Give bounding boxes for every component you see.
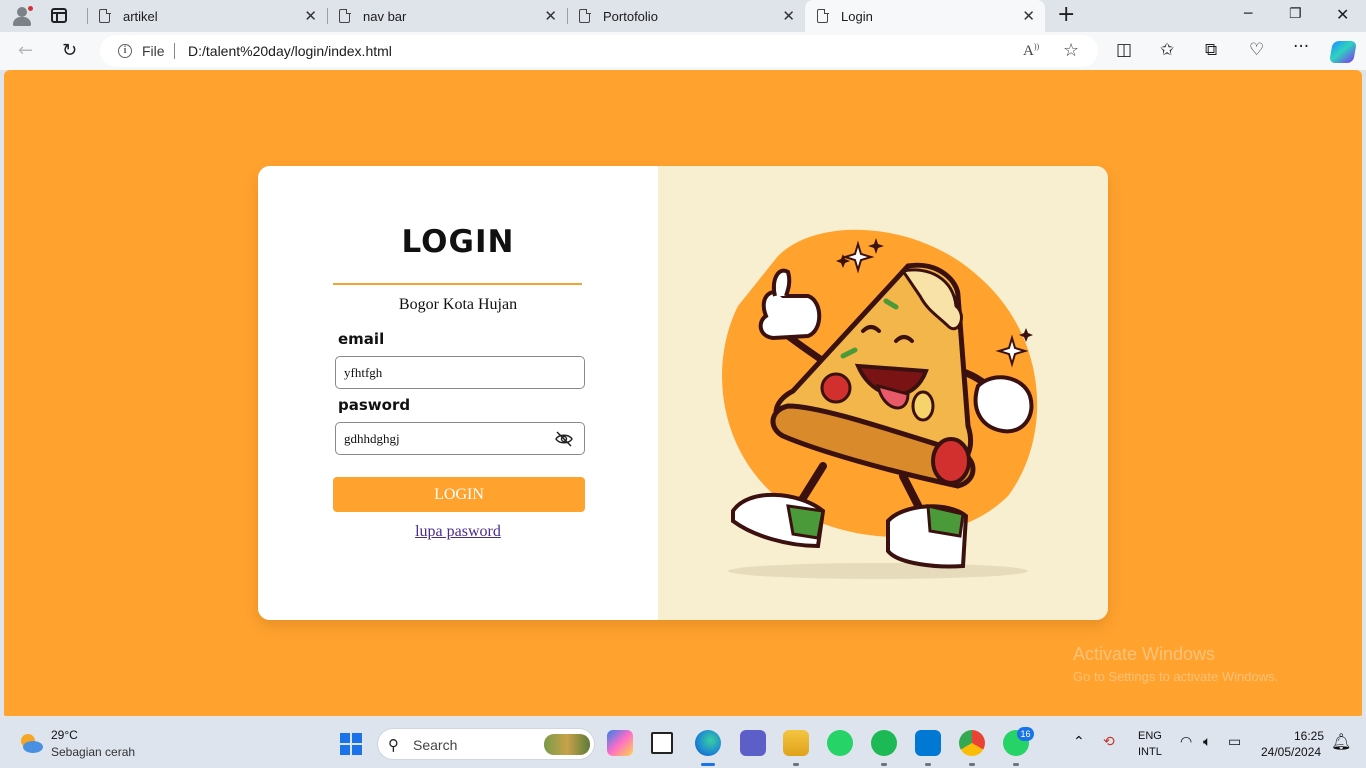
search-placeholder: Search: [413, 737, 458, 753]
back-icon[interactable]: ←: [18, 40, 33, 61]
page-icon: [99, 8, 111, 23]
divider: [174, 43, 175, 59]
scheme-label: File: [142, 43, 165, 59]
show-hidden-icons-icon[interactable]: ⌃: [1073, 734, 1085, 750]
favorite-star-icon[interactable]: ☆: [1063, 40, 1079, 61]
notification-bell-icon[interactable]: 🔔︎: [1331, 732, 1351, 751]
browser-essentials-icon[interactable]: ♡: [1249, 40, 1264, 60]
minimize-icon[interactable]: ─: [1244, 6, 1252, 22]
login-button[interactable]: LOGIN: [333, 477, 585, 512]
split-screen-icon[interactable]: ◫: [1116, 40, 1132, 60]
login-title: LOGIN: [401, 224, 515, 260]
taskbar: 29°C Sebagian cerah ⚲ Search 16 ⌃ ⟲ ENG …: [0, 720, 1366, 768]
favorites-icon[interactable]: ✩: [1160, 40, 1174, 60]
login-card: LOGIN Bogor Kota Hujan email pasword LOG…: [258, 166, 1108, 620]
title-underline: [333, 283, 582, 285]
tab-strip: artikel ✕ nav bar ✕ Portofolio ✕ Login ✕…: [0, 0, 1366, 32]
battery-icon[interactable]: ▭: [1228, 734, 1241, 750]
sync-icon[interactable]: ⟲: [1103, 734, 1115, 750]
app-indicator: [793, 763, 799, 766]
address-bar[interactable]: i File D:/talent%20day/login/index.html …: [100, 35, 1098, 67]
edge-icon[interactable]: [695, 730, 721, 756]
email-field[interactable]: [335, 356, 585, 389]
active-app-indicator: [701, 763, 715, 766]
app-indicator: [881, 763, 887, 766]
url-text[interactable]: D:/talent%20day/login/index.html: [188, 43, 392, 59]
eye-slash-icon[interactable]: [555, 431, 573, 447]
login-form: LOGIN Bogor Kota Hujan email pasword LOG…: [258, 166, 658, 620]
start-button[interactable]: [340, 733, 362, 755]
collections-icon[interactable]: ⧉: [1205, 40, 1217, 60]
refresh-icon[interactable]: ↻: [62, 40, 77, 61]
email-input[interactable]: [344, 364, 544, 382]
task-view-icon[interactable]: [651, 732, 673, 754]
chrome-icon[interactable]: [959, 730, 985, 756]
volume-icon[interactable]: 🔈︎: [1203, 734, 1211, 750]
read-aloud-icon[interactable]: A)): [1023, 42, 1039, 60]
close-tab-icon[interactable]: ✕: [782, 7, 795, 25]
language-indicator[interactable]: ENG: [1138, 730, 1162, 742]
copilot-icon[interactable]: [1329, 41, 1357, 63]
tab-title: artikel: [123, 9, 158, 24]
pizza-mascot-illustration: [722, 229, 1038, 579]
page-icon: [339, 8, 351, 23]
close-tab-icon[interactable]: ✕: [1022, 7, 1035, 25]
page-viewport: LOGIN Bogor Kota Hujan email pasword LOG…: [4, 70, 1362, 716]
password-field[interactable]: [335, 422, 585, 455]
tab-actions-icon[interactable]: [51, 8, 67, 23]
forgot-password-link[interactable]: lupa pasword: [258, 523, 658, 541]
tab-login[interactable]: Login ✕: [805, 0, 1045, 32]
info-icon[interactable]: i: [118, 44, 132, 58]
tab-title: Login: [841, 9, 873, 24]
password-input[interactable]: [344, 430, 544, 448]
app-indicator: [969, 763, 975, 766]
teams-icon[interactable]: [740, 730, 766, 756]
search-icon: ⚲: [388, 736, 399, 754]
app-indicator: [1013, 763, 1019, 766]
activate-windows-title: Activate Windows: [1073, 644, 1216, 664]
spotify-icon[interactable]: [871, 730, 897, 756]
vscode-icon[interactable]: [915, 730, 941, 756]
email-label: email: [338, 330, 385, 348]
weather-temperature[interactable]: 29°C: [51, 728, 78, 742]
search-highlight-image: [544, 734, 590, 755]
copilot-pre-icon[interactable]: [607, 730, 633, 756]
whatsapp-icon[interactable]: [827, 730, 853, 756]
partly-sunny-icon[interactable]: [18, 730, 44, 756]
tab-portofolio[interactable]: Portofolio ✕: [567, 0, 805, 32]
clock-time[interactable]: 16:25: [1294, 729, 1324, 743]
tab-title: Portofolio: [603, 9, 658, 24]
illustration-panel: [658, 166, 1108, 620]
keyboard-layout-indicator[interactable]: INTL: [1138, 746, 1162, 758]
wifi-icon[interactable]: ◠: [1180, 734, 1192, 750]
more-icon[interactable]: ···: [1293, 37, 1309, 57]
new-tab-icon[interactable]: +: [1057, 4, 1075, 26]
file-explorer-icon[interactable]: [783, 730, 809, 756]
password-label: pasword: [338, 396, 411, 414]
browser-toolbar: ← ↻ i File D:/talent%20day/login/index.h…: [0, 32, 1366, 70]
tab-title: nav bar: [363, 9, 407, 24]
weather-description[interactable]: Sebagian cerah: [51, 745, 135, 759]
page-icon: [579, 8, 591, 23]
tab-nav-bar[interactable]: nav bar ✕: [327, 0, 567, 32]
activate-windows-subtitle: Go to Settings to activate Windows.: [1073, 669, 1279, 684]
profile-icon[interactable]: [10, 5, 34, 27]
page-icon: [817, 8, 829, 23]
close-window-icon[interactable]: ✕: [1336, 5, 1349, 24]
restore-icon[interactable]: ❐: [1289, 6, 1302, 22]
notification-badge: 16: [1017, 727, 1034, 741]
close-tab-icon[interactable]: ✕: [304, 7, 317, 25]
clock-date[interactable]: 24/05/2024: [1261, 745, 1321, 759]
app-indicator: [925, 763, 931, 766]
close-tab-icon[interactable]: ✕: [544, 7, 557, 25]
login-subtitle: Bogor Kota Hujan: [398, 296, 518, 313]
taskbar-search[interactable]: ⚲ Search: [377, 728, 595, 760]
tab-artikel[interactable]: artikel ✕: [87, 0, 327, 32]
